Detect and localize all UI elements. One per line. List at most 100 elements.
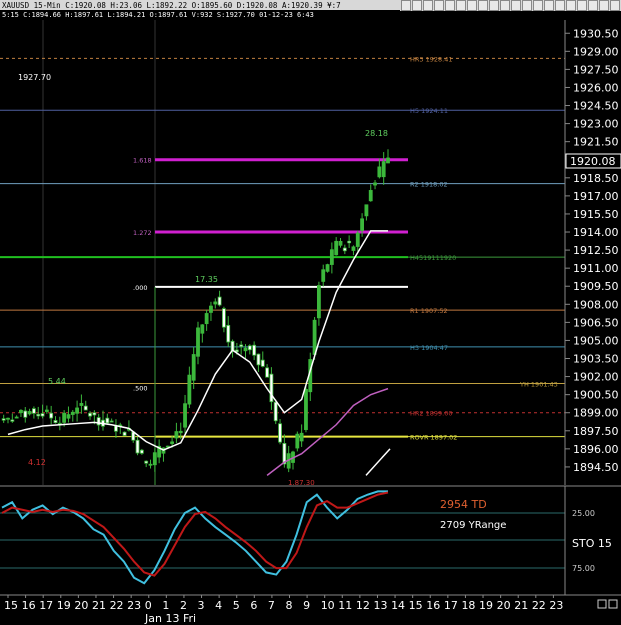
arrow-icon[interactable] <box>489 0 499 11</box>
candle-body <box>338 240 343 246</box>
prev-high-label: 1927.70 <box>18 73 51 82</box>
candle-body <box>364 204 369 217</box>
info-line-1: XAUUSD 15-Min C:1920.08 H:23.06 L:1892.2… <box>2 1 341 10</box>
candle-body <box>31 408 36 414</box>
pointer-icon[interactable] <box>401 0 411 11</box>
candle-body <box>355 232 360 247</box>
price-tick-label: 1894.50 <box>573 461 619 474</box>
price-tick-label: 1927.50 <box>573 63 619 76</box>
candle-body <box>325 264 330 272</box>
candle-body <box>321 269 326 282</box>
candle-body <box>273 401 278 422</box>
price-chart: XAUUSD 15-Min C:1920.08 H:23.06 L:1892.2… <box>0 0 621 625</box>
time-tick-label: 18 <box>461 599 475 612</box>
candle-body <box>265 367 270 378</box>
star-icon[interactable] <box>610 0 620 11</box>
time-tick-label: 0 <box>145 599 152 612</box>
price-tick-label: 1915.50 <box>573 208 619 221</box>
candle-body <box>196 327 200 357</box>
candle-body <box>334 240 339 256</box>
price-tick-label: 1896.00 <box>573 443 619 456</box>
time-tick-label: 16 <box>22 599 36 612</box>
price-tick-label: 1897.50 <box>573 425 619 438</box>
window-icon[interactable] <box>566 0 576 11</box>
candle-body <box>122 431 127 436</box>
candle-body <box>10 419 15 422</box>
candle-body <box>312 319 317 355</box>
list-icon[interactable] <box>599 0 609 11</box>
swing-label-544: 5.44 <box>48 377 66 386</box>
time-tick-label: 15 <box>4 599 18 612</box>
level-label: HR3 1928.41 <box>410 55 453 63</box>
candle-body <box>342 247 347 252</box>
line-icon[interactable] <box>544 0 554 11</box>
candle-icon[interactable] <box>533 0 543 11</box>
candle-body <box>105 417 110 424</box>
td-label: 2954 TD <box>440 498 487 511</box>
time-tick-label: 23 <box>127 599 141 612</box>
print-icon[interactable] <box>588 0 598 11</box>
candle-body <box>217 296 222 306</box>
candle-body <box>187 374 192 405</box>
candle-body <box>139 449 144 454</box>
candle-body <box>6 417 10 420</box>
hline-tool-icon[interactable] <box>434 0 444 11</box>
fib-label: 1.272 <box>133 229 152 237</box>
candle-body <box>66 414 71 419</box>
time-tick-label: 23 <box>549 599 563 612</box>
candle-body <box>204 313 209 325</box>
candle-body <box>144 460 149 464</box>
time-tick-label: 20 <box>74 599 88 612</box>
price-tick-label: 1902.00 <box>573 371 619 384</box>
settings-icon[interactable] <box>511 0 521 11</box>
time-tick-label: 17 <box>39 599 53 612</box>
line-tool-icon[interactable] <box>423 0 433 11</box>
swing-label-28: 28.18 <box>365 129 388 138</box>
close-icon[interactable] <box>555 0 565 11</box>
fib-label: 1.618 <box>133 157 152 165</box>
candle-body <box>247 345 252 351</box>
candle-body <box>152 452 157 466</box>
grid-icon[interactable] <box>577 0 587 11</box>
fib-tool-icon[interactable] <box>445 0 455 11</box>
current-price-label: 1920.08 <box>570 155 616 168</box>
candle-body <box>148 463 153 466</box>
candle-body <box>83 405 88 411</box>
info-line-2: 5:15 C:1894.66 H:1897.61 L:1894.21 O:189… <box>2 11 314 19</box>
candle-body <box>252 344 257 356</box>
candle-body <box>14 416 19 419</box>
candle-body <box>75 407 80 414</box>
time-tick-label: 12 <box>356 599 370 612</box>
zoom-out-icon[interactable] <box>478 0 488 11</box>
time-tick-label: 3 <box>198 599 205 612</box>
time-tick-label: 13 <box>373 599 387 612</box>
price-tick-label: 1900.50 <box>573 389 619 402</box>
candle-body <box>316 285 321 319</box>
price-tick-label: 1912.50 <box>573 244 619 257</box>
candle-body <box>114 425 118 432</box>
bar-icon[interactable] <box>522 0 532 11</box>
candle-body <box>92 412 97 416</box>
text-tool-icon[interactable] <box>456 0 466 11</box>
candle-body <box>304 388 308 430</box>
level-label: R1 1907.52 <box>410 307 448 315</box>
candle-body <box>183 403 187 428</box>
sto-level-75: 75.00 <box>572 564 595 573</box>
candle-body <box>88 412 92 417</box>
price-tick-label: 1929.00 <box>573 45 619 58</box>
time-tick-label: 7 <box>268 599 275 612</box>
candle-body <box>351 246 356 251</box>
price-tick-label: 1905.00 <box>573 334 619 347</box>
candle-body <box>79 403 84 406</box>
candle-body <box>178 430 183 434</box>
candle-body <box>239 344 244 347</box>
time-tick-label: 6 <box>250 599 257 612</box>
candle-body <box>373 182 377 186</box>
crosshair-icon[interactable] <box>412 0 422 11</box>
yrange-label: 2709 YRange <box>440 520 506 531</box>
candle-body <box>260 359 265 367</box>
candle-body <box>109 420 114 423</box>
zoom-in-icon[interactable] <box>467 0 477 11</box>
eraser-icon[interactable] <box>500 0 510 11</box>
candle-body <box>360 218 365 231</box>
